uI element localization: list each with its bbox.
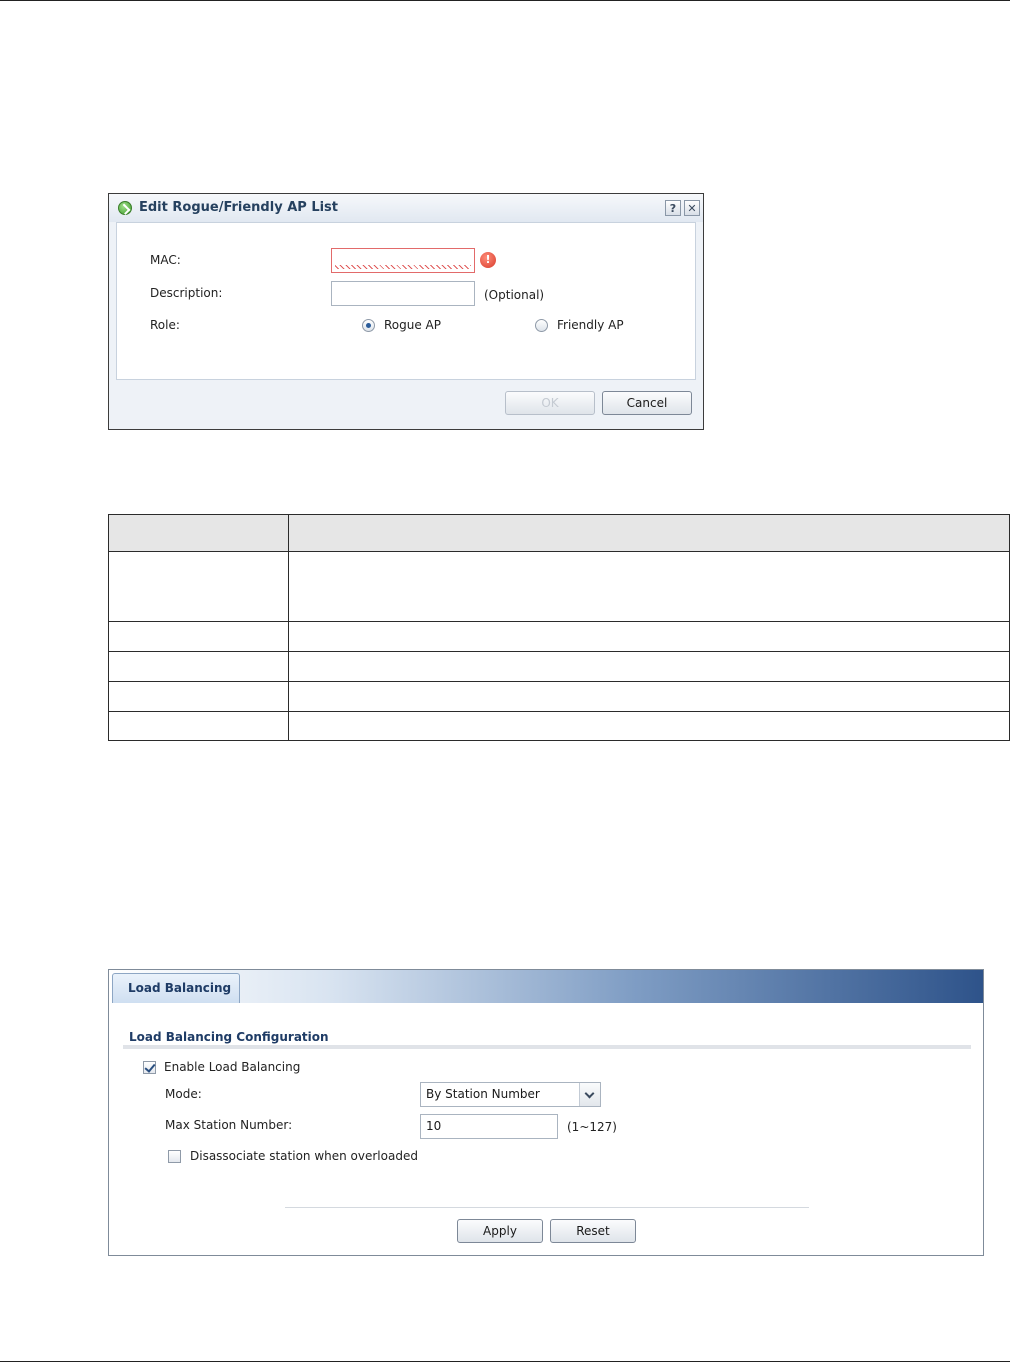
add-circle-icon <box>118 201 132 215</box>
enable-load-balancing-checkbox[interactable] <box>143 1061 156 1074</box>
error-icon: ! <box>480 252 496 268</box>
table-row <box>108 681 1010 712</box>
ok-button[interactable]: OK <box>505 391 595 415</box>
cancel-button[interactable]: Cancel <box>602 391 692 415</box>
table-row <box>108 621 1010 652</box>
load-balancing-panel: Load Balancing Load Balancing Configurat… <box>108 969 984 1256</box>
reset-button[interactable]: Reset <box>550 1219 636 1243</box>
table-cell <box>288 621 1010 652</box>
page-bottom-rule <box>0 1361 1010 1362</box>
section-title: Load Balancing Configuration <box>129 1030 329 1044</box>
table-cell <box>108 681 289 712</box>
mode-select[interactable]: By Station Number <box>420 1082 601 1107</box>
help-icon[interactable]: ? <box>665 200 681 216</box>
page-top-rule <box>0 0 1010 1</box>
friendly-ap-label: Friendly AP <box>557 318 624 332</box>
table-header-cell <box>108 514 289 552</box>
max-station-range-hint: (1~127) <box>567 1120 617 1134</box>
table-cell <box>288 711 1010 741</box>
enable-load-balancing-label: Enable Load Balancing <box>164 1060 301 1074</box>
mac-label: MAC: <box>150 253 181 267</box>
tab-bar: Load Balancing <box>109 970 983 1003</box>
description-label: Description: <box>150 286 223 300</box>
optional-hint: (Optional) <box>484 288 545 302</box>
description-input[interactable] <box>331 281 475 306</box>
table-cell <box>108 711 289 741</box>
role-label: Role: <box>150 318 180 332</box>
chevron-down-icon[interactable] <box>579 1083 600 1106</box>
radio-rogue-ap[interactable] <box>362 319 375 332</box>
mac-invalid-underline <box>335 265 471 269</box>
dialog-title: Edit Rogue/Friendly AP List <box>139 200 339 215</box>
table-header-cell <box>288 514 1010 552</box>
button-divider <box>285 1207 809 1208</box>
rogue-ap-label: Rogue AP <box>384 318 442 332</box>
disassociate-label: Disassociate station when overloaded <box>190 1149 418 1163</box>
mac-input[interactable] <box>331 248 475 273</box>
mode-label: Mode: <box>165 1087 202 1101</box>
edit-rogue-friendly-ap-dialog: Edit Rogue/Friendly AP List ? ✕ MAC: ! D… <box>108 193 704 430</box>
field-description-table <box>108 514 1010 741</box>
tab-load-balancing[interactable]: Load Balancing <box>112 973 240 1003</box>
table-cell <box>288 651 1010 682</box>
radio-friendly-ap[interactable] <box>535 319 548 332</box>
table-cell <box>108 551 289 622</box>
table-row <box>108 651 1010 682</box>
max-station-input[interactable]: 10 <box>420 1114 558 1139</box>
table-cell <box>108 651 289 682</box>
section-divider <box>123 1045 971 1049</box>
mode-select-value: By Station Number <box>426 1087 540 1101</box>
table-row <box>108 551 1010 622</box>
table-header-row <box>108 514 1010 552</box>
table-row <box>108 711 1010 741</box>
max-station-label: Max Station Number: <box>165 1118 293 1132</box>
table-cell <box>288 681 1010 712</box>
table-cell <box>108 621 289 652</box>
close-icon[interactable]: ✕ <box>684 200 700 216</box>
dialog-body: MAC: ! Description: (Optional) Role: Rog… <box>116 222 696 380</box>
table-cell <box>288 551 1010 622</box>
dialog-titlebar: Edit Rogue/Friendly AP List ? ✕ <box>109 194 703 222</box>
apply-button[interactable]: Apply <box>457 1219 543 1243</box>
disassociate-checkbox[interactable] <box>168 1150 181 1163</box>
